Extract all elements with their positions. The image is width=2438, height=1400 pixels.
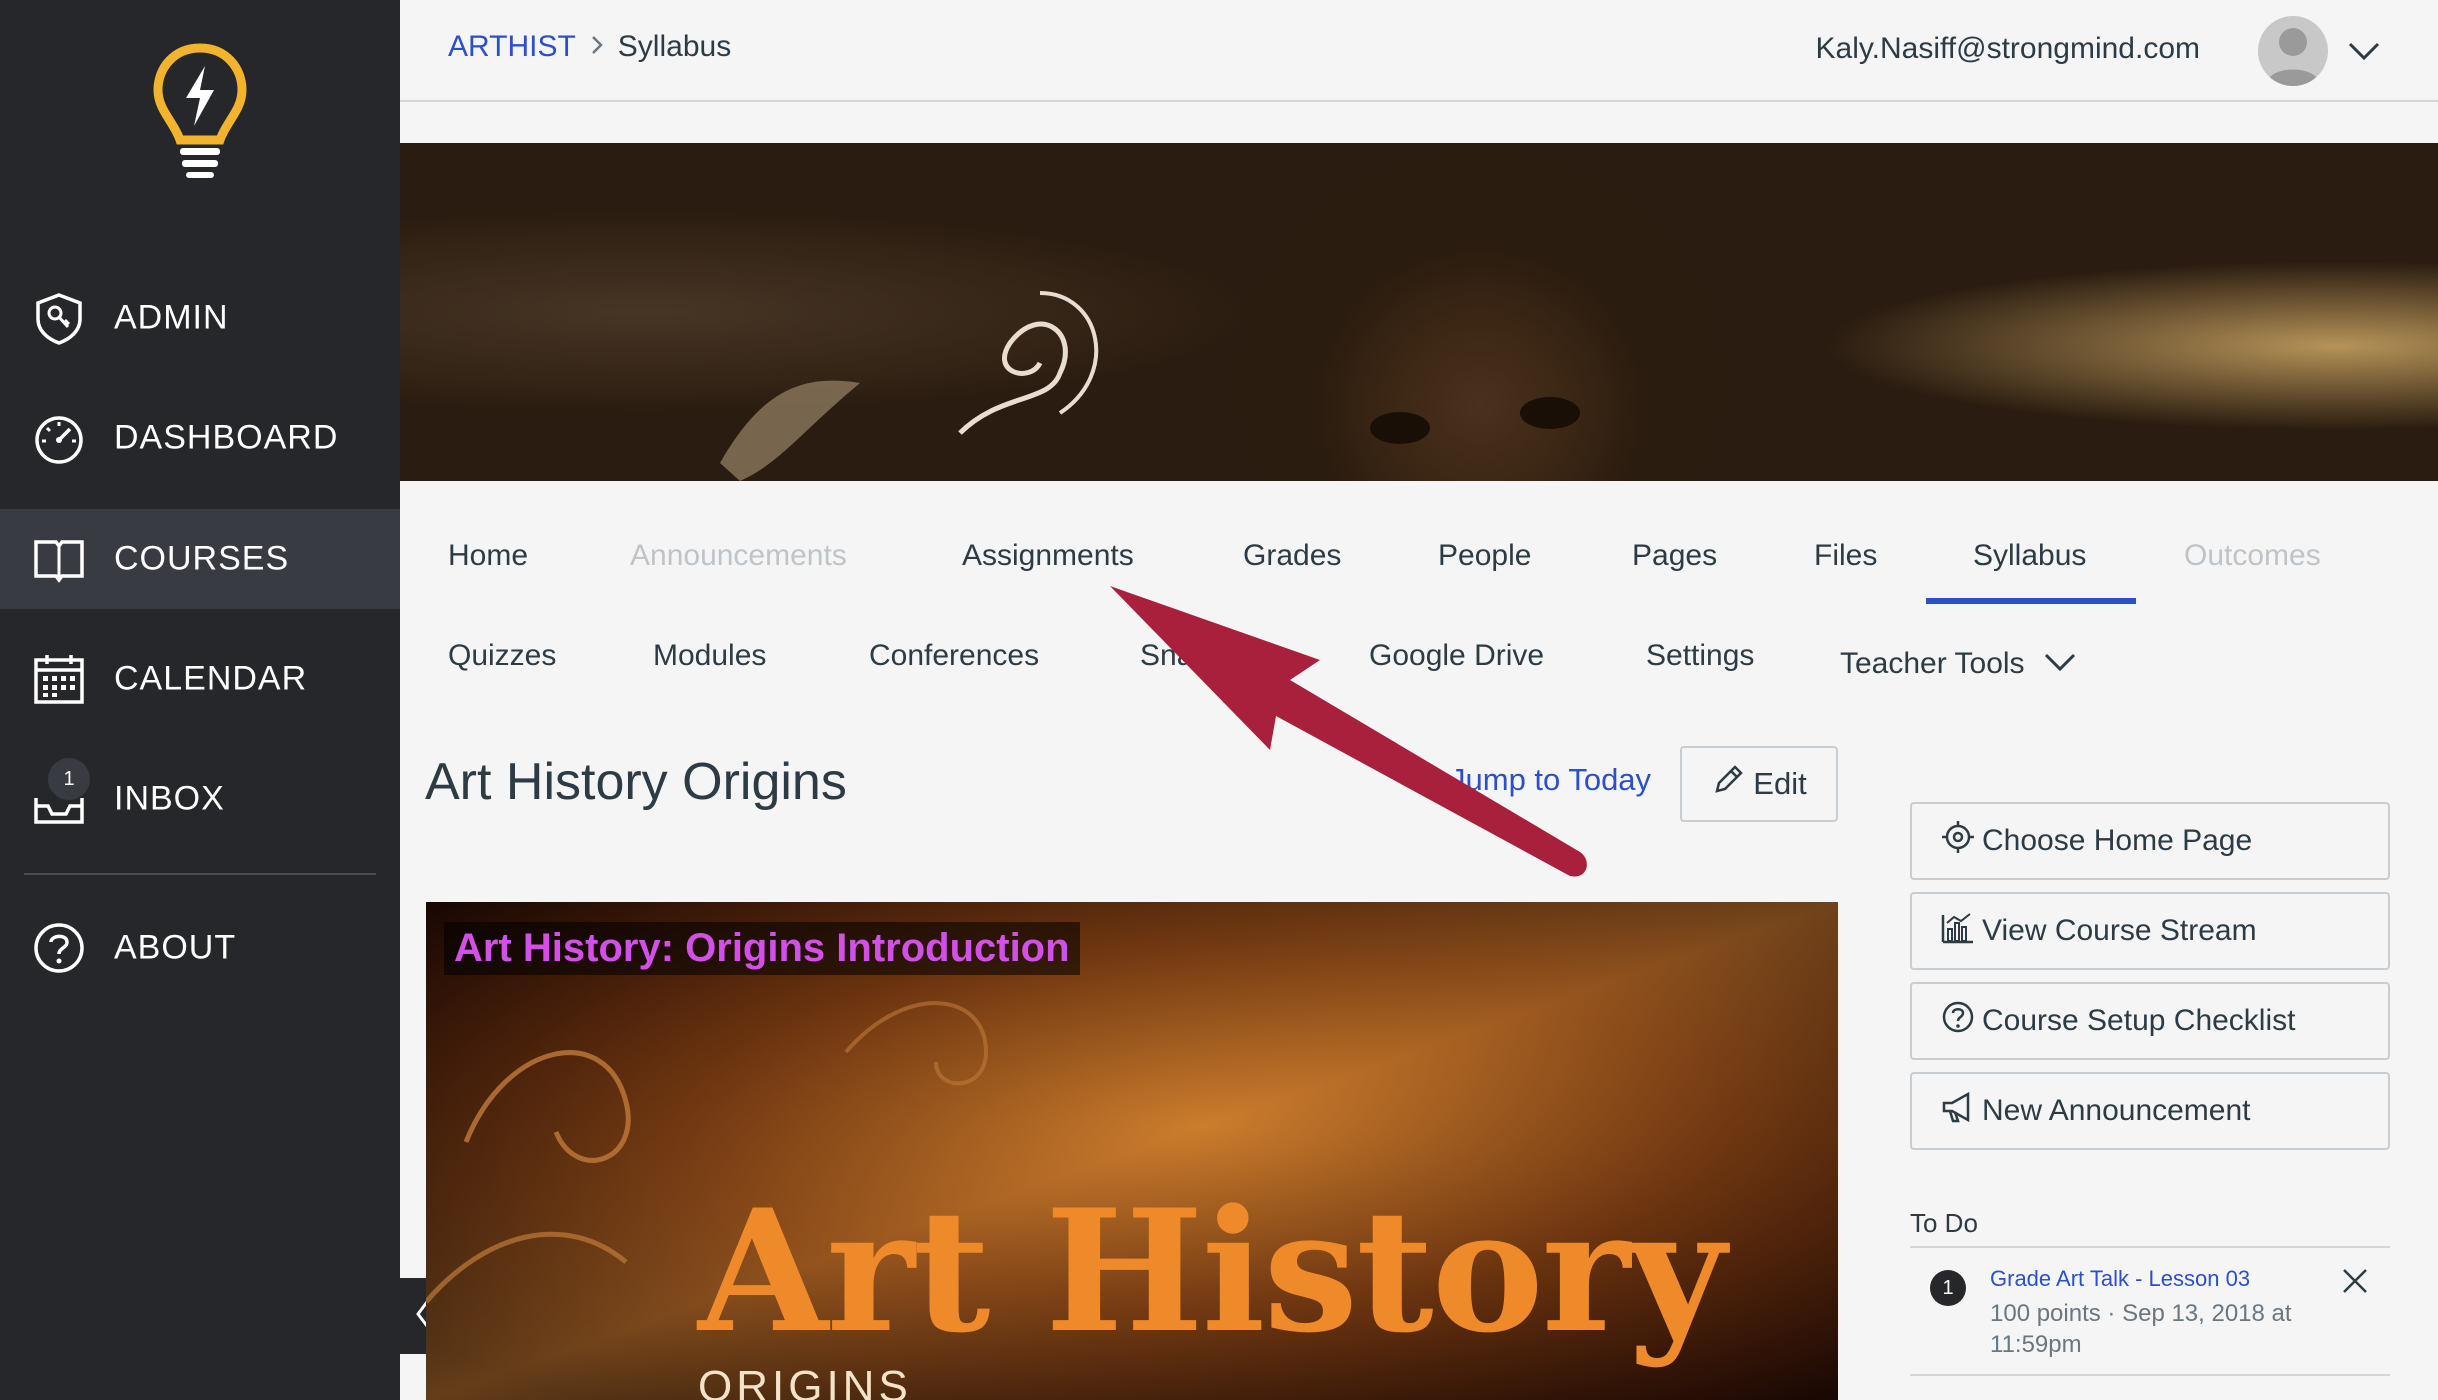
megaphone-icon: [1940, 1089, 1982, 1133]
view-course-stream-button[interactable]: View Course Stream: [1910, 892, 2390, 970]
tab-teacher-tools-label: Teacher Tools: [1840, 647, 2025, 680]
nav-label: ABOUT: [114, 928, 237, 967]
course-setup-checklist-button[interactable]: Course Setup Checklist: [1910, 982, 2390, 1060]
nav-item-courses[interactable]: COURSES: [0, 509, 400, 609]
divider: [1910, 1246, 2390, 1248]
nav-label: INBOX: [114, 779, 225, 818]
breadcrumb-course-link[interactable]: ARTHIST: [448, 30, 576, 64]
tab-announcements[interactable]: Announcements: [630, 539, 847, 573]
course-setup-checklist-label: Course Setup Checklist: [1982, 1004, 2296, 1037]
nav-label: ADMIN: [114, 298, 229, 337]
question-circle-icon: [32, 921, 86, 975]
close-icon[interactable]: [2340, 1266, 2370, 1296]
nav-item-admin[interactable]: ADMIN: [0, 268, 400, 368]
global-navigation: ADMIN DASHBOARD COURSES CALENDAR INBOX 1…: [0, 0, 400, 1400]
tab-modules[interactable]: Modules: [653, 639, 766, 673]
todo-header: To Do: [1910, 1208, 1978, 1238]
lightbulb-logo-icon[interactable]: [150, 40, 250, 180]
chevron-right-icon: [590, 31, 604, 63]
tab-outcomes[interactable]: Outcomes: [2184, 539, 2321, 573]
video-sub-text: ORIGINS: [698, 1362, 912, 1400]
tab-assignments[interactable]: Assignments: [962, 539, 1134, 573]
breadcrumb-current-page: Syllabus: [617, 30, 732, 63]
nav-item-calendar[interactable]: CALENDAR: [0, 629, 400, 729]
active-tab-indicator: [1926, 598, 2136, 604]
speedometer-icon: [32, 411, 86, 465]
annotation-arrow-icon: [1100, 580, 1600, 900]
nav-label: COURSES: [114, 539, 290, 578]
page-title: Art History Origins: [425, 753, 847, 811]
video-art-text: Art History: [698, 1172, 1726, 1370]
nav-label: CALENDAR: [114, 659, 308, 698]
tab-snap[interactable]: Sna: [1140, 639, 1193, 673]
top-bar: ARTHIST Syllabus Kaly.Nasiff@strongmind.…: [400, 0, 2438, 102]
question-circle-icon: [1940, 999, 1982, 1043]
calendar-icon: [32, 652, 86, 706]
tab-files[interactable]: Files: [1814, 539, 1877, 573]
chevron-down-icon[interactable]: [2344, 36, 2384, 66]
inbox-unread-badge: 1: [48, 758, 90, 800]
bar-chart-icon: [1940, 909, 1982, 953]
view-course-stream-label: View Course Stream: [1982, 914, 2257, 947]
new-announcement-label: New Announcement: [1982, 1094, 2251, 1127]
tab-conferences[interactable]: Conferences: [869, 639, 1039, 673]
user-email: Kaly.Nasiff@strongmind.com: [1815, 32, 2200, 65]
pencil-icon: [1711, 763, 1753, 805]
edit-button[interactable]: Edit: [1680, 746, 1838, 822]
tab-pages[interactable]: Pages: [1632, 539, 1717, 573]
syllabus-video-player[interactable]: Art History: Origins Introduction Art Hi…: [426, 902, 1838, 1400]
choose-home-page-label: Choose Home Page: [1982, 824, 2253, 857]
todo-item-link[interactable]: Grade Art Talk - Lesson 03: [1990, 1266, 2250, 1292]
tab-grades[interactable]: Grades: [1243, 539, 1341, 573]
tab-people[interactable]: People: [1438, 539, 1531, 573]
new-announcement-button[interactable]: New Announcement: [1910, 1072, 2390, 1150]
todo-count-badge: 1: [1930, 1270, 1966, 1306]
breadcrumb: ARTHIST Syllabus: [448, 30, 731, 64]
video-title: Art History: Origins Introduction: [444, 922, 1080, 975]
tab-syllabus[interactable]: Syllabus: [1973, 539, 2086, 573]
nav-divider: [24, 873, 376, 875]
nav-item-about[interactable]: ABOUT: [0, 898, 400, 998]
avatar[interactable]: [2258, 16, 2328, 86]
divider: [1910, 1374, 2390, 1376]
tab-home[interactable]: Home: [448, 539, 528, 573]
nav-item-dashboard[interactable]: DASHBOARD: [0, 388, 400, 488]
tab-teacher-tools[interactable]: Teacher Tools: [1840, 647, 2077, 681]
edit-label: Edit: [1753, 766, 1807, 801]
nav-label: DASHBOARD: [114, 418, 339, 457]
book-icon: [32, 532, 86, 586]
chevron-down-icon: [2043, 647, 2077, 681]
tab-quizzes[interactable]: Quizzes: [448, 639, 556, 673]
course-banner-image: [400, 143, 2438, 481]
jump-to-today-link[interactable]: Jump to Today: [1450, 762, 1651, 798]
target-icon: [1940, 819, 1982, 863]
choose-home-page-button[interactable]: Choose Home Page: [1910, 802, 2390, 880]
tab-google-drive[interactable]: Google Drive: [1369, 639, 1544, 673]
shield-key-icon: [32, 291, 86, 345]
todo-item-meta: 100 points · Sep 13, 2018 at 11:59pm: [1990, 1300, 2292, 1358]
tab-settings[interactable]: Settings: [1646, 639, 1754, 673]
